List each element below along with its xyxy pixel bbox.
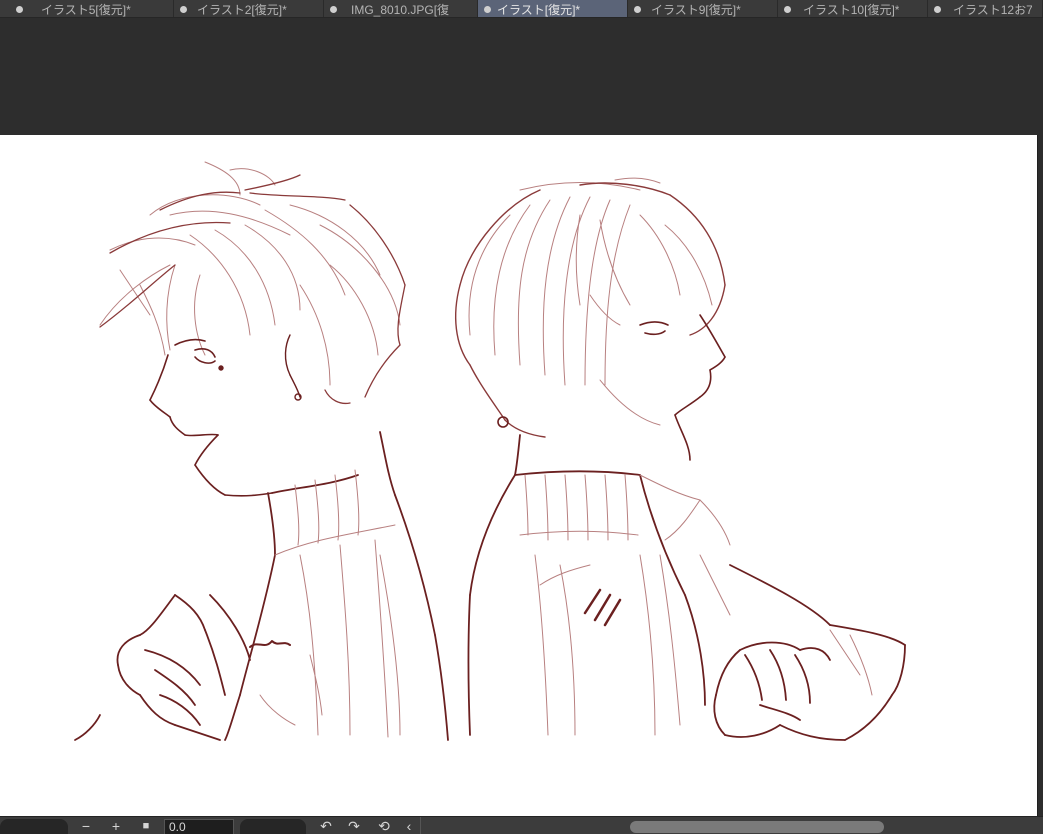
- tab-dot-icon: [16, 5, 23, 13]
- tab-dot-icon: [330, 5, 337, 13]
- zoom-in-button[interactable]: +: [106, 818, 126, 834]
- tab-illust5[interactable]: イラスト5[復元]*: [0, 0, 174, 17]
- tab-illust12[interactable]: イラスト12お7~魏: [928, 0, 1043, 17]
- collapse-chevron-icon[interactable]: ‹: [400, 818, 418, 834]
- canvas-workspace[interactable]: [0, 19, 1043, 819]
- tab-dot-icon: [484, 5, 491, 13]
- tab-label: イラスト12お7~魏: [953, 2, 1032, 17]
- tab-illust2[interactable]: イラスト2[復元]*: [174, 0, 324, 17]
- tab-dot-icon: [180, 5, 187, 13]
- undo-icon[interactable]: ↶: [316, 818, 336, 834]
- redo-icon[interactable]: ↷: [344, 818, 364, 834]
- rotate-reset-icon[interactable]: ⟲: [374, 818, 394, 834]
- tab-dot-icon: [634, 5, 641, 13]
- sketch-artwork: [74, 161, 906, 741]
- drawing-canvas[interactable]: [0, 135, 1038, 819]
- canvas-status-bar: − + ■ 0.0 ↶ ↷ ⟲ ‹: [0, 816, 1043, 834]
- zoom-value-field[interactable]: 0.0: [164, 819, 234, 834]
- navigator-slot: [0, 819, 68, 834]
- tab-illust9[interactable]: イラスト9[復元]*: [628, 0, 778, 17]
- tab-label: IMG_8010.JPG[復: [351, 2, 450, 17]
- tab-illust-active[interactable]: イラスト[復元]*: [478, 0, 628, 17]
- tab-label: イラスト9[復元]*: [651, 2, 741, 17]
- zoom-out-button[interactable]: −: [76, 818, 96, 834]
- horizontal-scrollbar[interactable]: [630, 821, 884, 833]
- divider: [420, 817, 421, 834]
- tab-dot-icon: [784, 5, 791, 13]
- tab-dot-icon: [934, 5, 941, 13]
- tab-label: イラスト10[復元]*: [803, 2, 900, 17]
- rotation-slot: [240, 819, 306, 834]
- tab-label: イラスト5[復元]*: [41, 2, 131, 17]
- tab-img8010[interactable]: IMG_8010.JPG[復: [324, 0, 478, 17]
- tab-label: イラスト2[復元]*: [197, 2, 287, 17]
- tab-illust10[interactable]: イラスト10[復元]*: [778, 0, 928, 17]
- document-tab-bar: イラスト5[復元]* イラスト2[復元]* IMG_8010.JPG[復 イラス…: [0, 0, 1043, 18]
- tab-label: イラスト[復元]*: [497, 2, 581, 17]
- fit-view-button[interactable]: ■: [136, 818, 156, 834]
